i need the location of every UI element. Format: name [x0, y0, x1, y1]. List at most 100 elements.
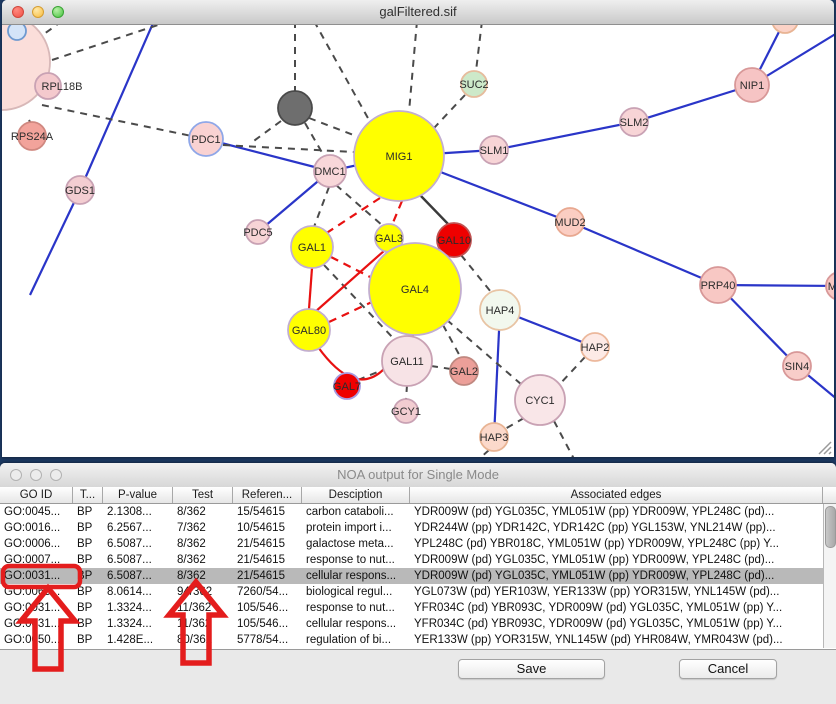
- network-edge[interactable]: [570, 222, 718, 285]
- resize-grip[interactable]: [818, 441, 832, 455]
- node-gds1[interactable]: GDS1: [65, 176, 95, 204]
- node-hap3[interactable]: HAP3: [480, 423, 509, 451]
- node-gal4[interactable]: GAL4: [369, 243, 461, 335]
- network-edge[interactable]: [392, 201, 402, 225]
- node-pdc1[interactable]: PDC1: [189, 122, 223, 156]
- node-hap4[interactable]: HAP4: [480, 290, 520, 330]
- network-edge[interactable]: [406, 385, 407, 400]
- node-mig1[interactable]: MIG1: [354, 111, 444, 201]
- node-label: GAL7: [333, 381, 361, 393]
- network-edge[interactable]: [431, 366, 451, 369]
- cell-edges: YDR009W (pd) YGL035C, YML051W (pp) YDR00…: [410, 552, 823, 568]
- node-msn[interactable]: MSN: [826, 272, 834, 300]
- node-gal80[interactable]: GAL80: [288, 309, 330, 351]
- table-row[interactable]: GO:0016...BP6.2567...7/36210/54615protei…: [0, 520, 836, 536]
- network-edge[interactable]: [409, 25, 417, 112]
- node-dmc1[interactable]: DMC1: [314, 155, 346, 187]
- node-gal7[interactable]: GAL7: [333, 373, 361, 399]
- cell-edges: YPL248C (pd) YBR018C, YML051W (pp) YDR00…: [410, 536, 823, 552]
- noa-titlebar[interactable]: NOA output for Single Mode: [0, 463, 836, 488]
- node-label: CYC1: [525, 395, 554, 407]
- node-slm1[interactable]: SLM1: [480, 136, 509, 164]
- node-label: GDS1: [65, 185, 95, 197]
- node-suc2[interactable]: SUC2: [459, 71, 488, 97]
- column-header-description[interactable]: Desciption: [302, 487, 410, 503]
- network-edge[interactable]: [42, 105, 206, 139]
- node-label: SLM2: [620, 117, 649, 129]
- network-edge[interactable]: [329, 301, 374, 322]
- column-header-test[interactable]: Test: [173, 487, 233, 503]
- node-unlabeled[interactable]: [772, 25, 798, 33]
- network-edge[interactable]: [309, 118, 364, 139]
- column-header-p_value[interactable]: P-value: [103, 487, 173, 503]
- node-label: SIN4: [785, 361, 809, 373]
- network-edge[interactable]: [434, 95, 465, 128]
- network-edge[interactable]: [80, 25, 154, 190]
- network-edge[interactable]: [505, 418, 524, 429]
- node-label: DMC1: [314, 166, 345, 178]
- cell-go_id: GO:0016...: [0, 520, 73, 536]
- table-row[interactable]: GO:0031...BP1.3324...11/362105/546...cel…: [0, 616, 836, 632]
- network-edge[interactable]: [206, 139, 330, 171]
- network-edge[interactable]: [309, 268, 312, 309]
- cancel-button[interactable]: Cancel: [679, 659, 777, 679]
- table-header[interactable]: GO IDT...P-valueTestReferen...Desciption…: [0, 487, 836, 504]
- table-row[interactable]: GO:0031...BP1.3324...11/362105/546...res…: [0, 600, 836, 616]
- node-nip1[interactable]: NIP1: [735, 68, 769, 102]
- network-edge[interactable]: [494, 122, 634, 150]
- node-sin4[interactable]: SIN4: [783, 352, 811, 380]
- network-edge[interactable]: [314, 25, 369, 120]
- network-graph[interactable]: RPL18BRPS24AGDS1PDC1MIG1SUC2SLM1DMC1PDC5…: [2, 25, 834, 457]
- node-gal2[interactable]: GAL2: [450, 357, 478, 385]
- node-label: GAL11: [390, 356, 423, 368]
- network-canvas[interactable]: RPL18BRPS24AGDS1PDC1MIG1SUC2SLM1DMC1PDC5…: [2, 25, 834, 457]
- network-edge[interactable]: [30, 190, 80, 295]
- table-row[interactable]: GO:0045...BP2.1308...8/36215/54615carbon…: [0, 504, 836, 520]
- network-edge[interactable]: [476, 25, 482, 71]
- table-row[interactable]: GO:0031...BP6.5087...8/36221/54615cellul…: [0, 568, 836, 584]
- network-edge[interactable]: [420, 195, 450, 226]
- network-edge[interactable]: [314, 187, 329, 227]
- cell-reference: 5778/54...: [233, 632, 302, 648]
- node-gal1[interactable]: GAL1: [291, 226, 333, 268]
- node-mud2[interactable]: MUD2: [554, 208, 585, 236]
- network-edge[interactable]: [461, 255, 491, 292]
- node-rpl18b[interactable]: RPL18B: [35, 73, 82, 99]
- node-prp40[interactable]: PRP40: [700, 267, 736, 303]
- network-edge[interactable]: [251, 121, 281, 143]
- table-row[interactable]: GO:0006...BP6.5087...8/36221/54615galact…: [0, 536, 836, 552]
- vertical-scrollbar[interactable]: [823, 504, 836, 648]
- network-edge[interactable]: [558, 357, 585, 386]
- network-edge[interactable]: [331, 257, 374, 279]
- network-titlebar[interactable]: galFiltered.sif: [2, 0, 834, 25]
- table-row[interactable]: GO:0007...BP6.5087...8/36221/54615respon…: [0, 552, 836, 568]
- network-edge[interactable]: [634, 85, 752, 122]
- cell-type: BP: [73, 568, 103, 584]
- node-gcy1[interactable]: GCY1: [391, 399, 421, 423]
- node-slm2[interactable]: SLM2: [620, 108, 649, 136]
- column-header-edges[interactable]: Associated edges: [410, 487, 823, 503]
- cell-edges: YDR009W (pd) YGL035C, YML051W (pp) YDR00…: [410, 568, 823, 584]
- cell-reference: 21/54615: [233, 552, 302, 568]
- node-hap2[interactable]: HAP2: [581, 333, 610, 361]
- save-button[interactable]: Save: [458, 659, 605, 679]
- node-unlabeled[interactable]: [278, 91, 312, 125]
- column-header-type[interactable]: T...: [73, 487, 103, 503]
- node-rps24a[interactable]: RPS24A: [11, 122, 54, 150]
- column-header-reference[interactable]: Referen...: [233, 487, 302, 503]
- cell-reference: 21/54615: [233, 568, 302, 584]
- network-edge[interactable]: [305, 123, 324, 156]
- scrollbar-thumb[interactable]: [825, 506, 836, 548]
- node-label: PDC1: [191, 134, 220, 146]
- node-gal11[interactable]: GAL11: [382, 336, 432, 386]
- network-edge[interactable]: [52, 25, 170, 60]
- column-header-go_id[interactable]: GO ID: [0, 487, 73, 503]
- network-edge[interactable]: [479, 450, 489, 457]
- node-unlabeled[interactable]: [8, 25, 26, 40]
- table-row[interactable]: GO:0050...BP1.428E...80/3625778/54...reg…: [0, 632, 836, 648]
- network-edge[interactable]: [554, 421, 574, 457]
- table-row[interactable]: GO:0065...BP8.0614...94/3627260/54...bio…: [0, 584, 836, 600]
- network-edge[interactable]: [322, 198, 380, 236]
- node-cyc1[interactable]: CYC1: [515, 375, 565, 425]
- cell-p_value: 6.5087...: [103, 536, 173, 552]
